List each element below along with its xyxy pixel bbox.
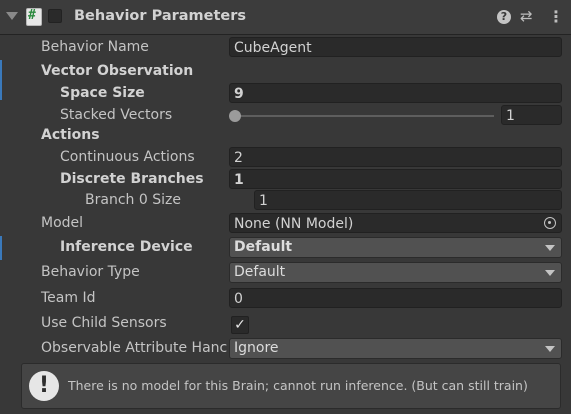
vector-observation-header[interactable]: Vector Observation xyxy=(41,63,193,79)
foldout-arrow-icon[interactable] xyxy=(6,12,18,20)
team-id-label: Team Id xyxy=(41,290,96,306)
branch-0-size-label: Branch 0 Size xyxy=(85,192,181,208)
script-glyph: # xyxy=(28,8,36,23)
continuous-actions-row: Continuous Actions 2 xyxy=(0,147,571,169)
inference-device-value: Default xyxy=(234,239,293,255)
model-label: Model xyxy=(41,215,84,231)
behavior-type-label: Behavior Type xyxy=(41,264,140,280)
behavior-type-row: Behavior Type Default xyxy=(0,262,571,284)
warning-icon: ! xyxy=(29,371,59,401)
discrete-branches-input[interactable]: 1 xyxy=(229,169,562,189)
model-row: Model None (NN Model) xyxy=(0,213,571,235)
discrete-branches-label: Discrete Branches xyxy=(60,171,204,187)
use-child-sensors-label: Use Child Sensors xyxy=(41,315,167,331)
component-header: # Behavior Parameters ? ⇄ ⋮ xyxy=(0,0,571,35)
script-icon: # xyxy=(26,8,42,26)
space-size-row: Space Size 9 xyxy=(0,83,571,105)
continuous-actions-label: Continuous Actions xyxy=(60,149,195,165)
component-enable-checkbox[interactable] xyxy=(48,9,62,23)
chevron-down-icon xyxy=(545,346,555,352)
warning-message: There is no model for this Brain; cannot… xyxy=(68,378,528,393)
vector-observation-row: Vector Observation xyxy=(0,61,571,83)
help-icon[interactable]: ? xyxy=(497,10,511,24)
stacked-vectors-label: Stacked Vectors xyxy=(60,107,173,123)
warning-helpbox: ! There is no model for this Brain; cann… xyxy=(21,363,561,409)
stacked-vectors-input[interactable]: 1 xyxy=(501,105,562,125)
component-title: Behavior Parameters xyxy=(74,8,247,24)
behavior-name-label: Behavior Name xyxy=(41,39,149,55)
inference-device-label: Inference Device xyxy=(60,239,193,255)
chevron-down-icon xyxy=(545,245,555,251)
stacked-vectors-row: Stacked Vectors 1 xyxy=(0,105,571,127)
team-id-row: Team Id 0 xyxy=(0,288,571,310)
stacked-vectors-slider-handle[interactable] xyxy=(229,110,241,122)
branch-0-size-input[interactable]: 1 xyxy=(254,190,562,210)
use-child-sensors-row: Use Child Sensors ✓ xyxy=(0,313,571,335)
model-object-field[interactable]: None (NN Model) xyxy=(229,213,562,233)
actions-row: Actions xyxy=(0,125,571,147)
inference-device-dropdown[interactable]: Default xyxy=(229,237,562,258)
inference-device-row: Inference Device Default xyxy=(0,237,571,259)
space-size-input[interactable]: 9 xyxy=(229,83,562,103)
behavior-type-value: Default xyxy=(234,264,286,280)
context-menu-icon[interactable]: ⋮ xyxy=(548,7,564,26)
object-picker-icon[interactable] xyxy=(544,217,556,229)
behavior-type-dropdown[interactable]: Default xyxy=(229,262,562,283)
continuous-actions-input[interactable]: 2 xyxy=(229,147,562,167)
observable-attribute-row: Observable Attribute Hanc Ignore xyxy=(0,338,571,360)
branch-0-size-row: Branch 0 Size 1 xyxy=(0,190,571,212)
behavior-name-row: Behavior Name CubeAgent xyxy=(0,37,571,59)
observable-attribute-dropdown[interactable]: Ignore xyxy=(229,338,562,359)
observable-attribute-label: Observable Attribute Hanc xyxy=(41,340,227,356)
actions-header[interactable]: Actions xyxy=(41,127,100,143)
chevron-down-icon xyxy=(545,270,555,276)
discrete-branches-row: Discrete Branches 1 xyxy=(0,169,571,191)
behavior-name-input[interactable]: CubeAgent xyxy=(229,37,562,57)
space-size-label: Space Size xyxy=(60,85,145,101)
stacked-vectors-slider-track[interactable] xyxy=(238,115,494,117)
team-id-input[interactable]: 0 xyxy=(229,288,562,308)
model-value: None (NN Model) xyxy=(234,216,354,232)
use-child-sensors-checkbox[interactable]: ✓ xyxy=(231,316,249,334)
preset-icon[interactable]: ⇄ xyxy=(520,7,533,25)
observable-attribute-value: Ignore xyxy=(234,340,279,356)
